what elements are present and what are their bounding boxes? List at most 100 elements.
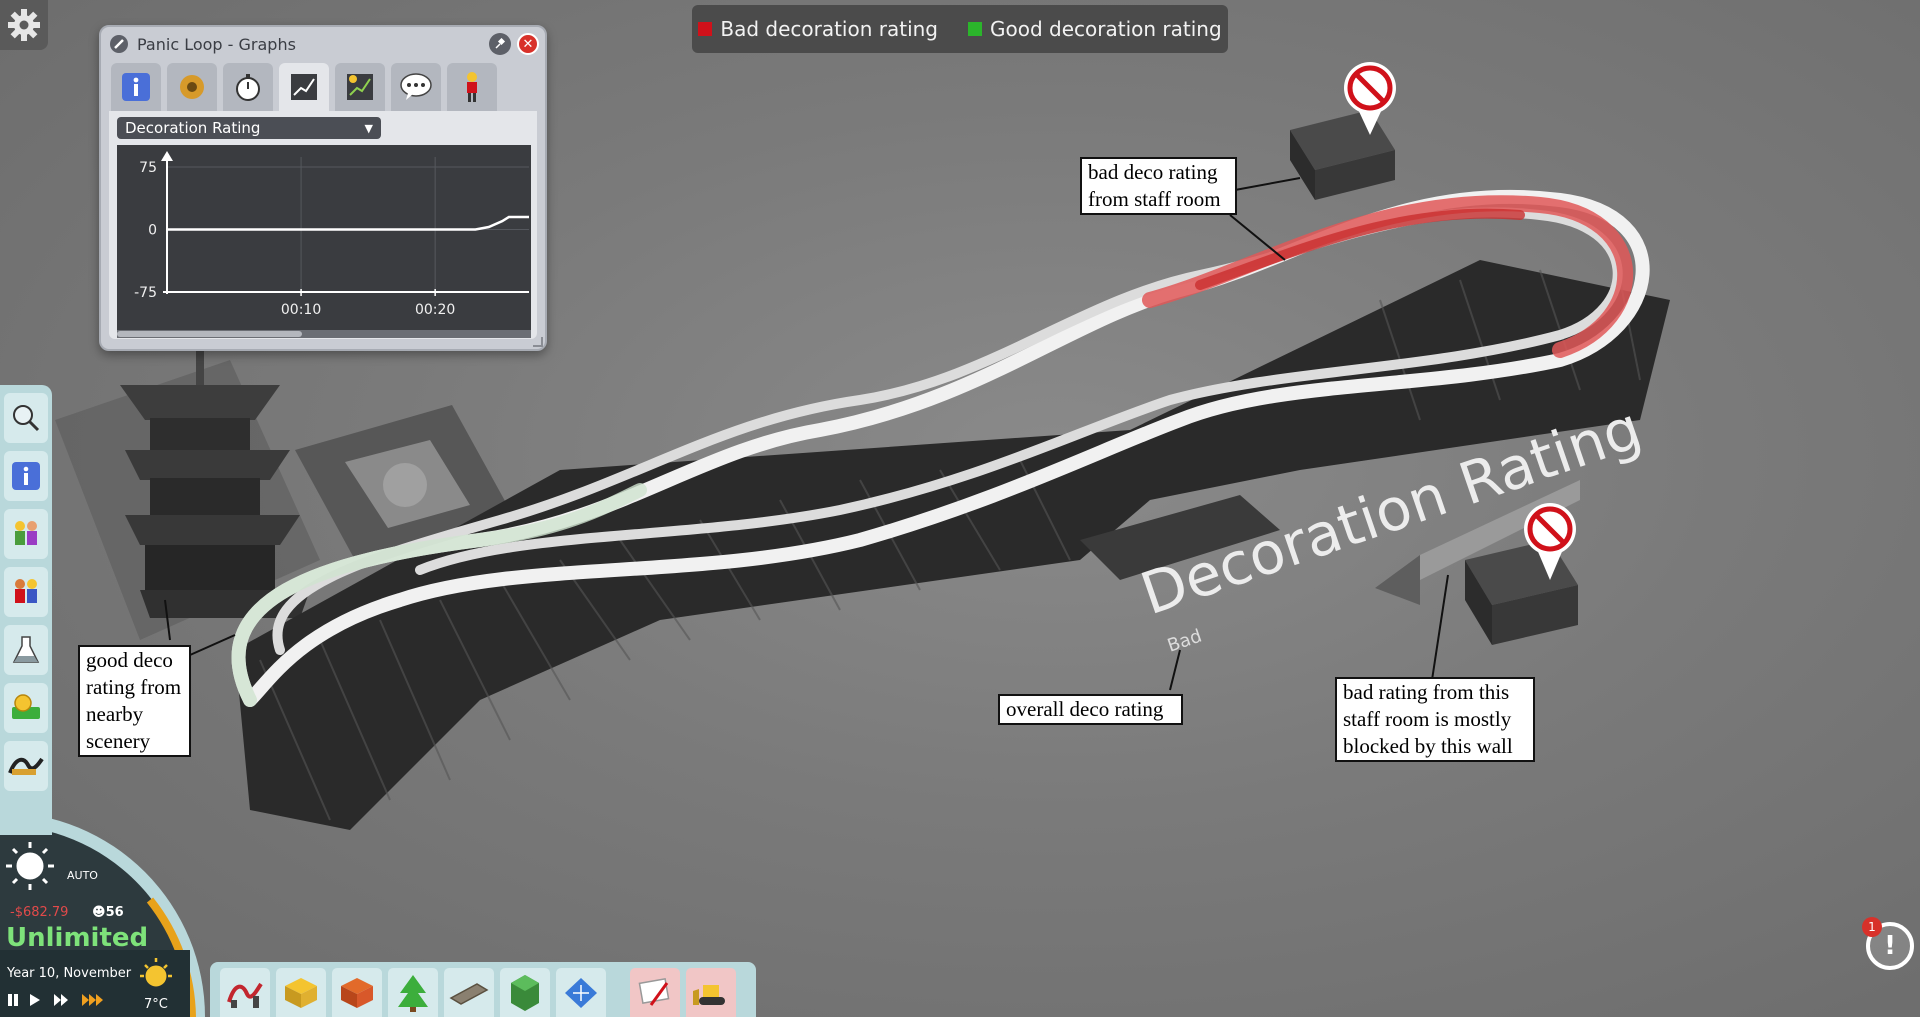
staff-icon (15, 579, 37, 603)
y-tick-label: 75 (139, 160, 157, 176)
pin-icon (495, 38, 506, 49)
build-paths-button[interactable] (444, 968, 494, 1017)
guest-face-icon: ☻ (92, 905, 106, 920)
guest-count-value: 56 (105, 905, 124, 920)
bulldozer-button[interactable] (686, 968, 736, 1017)
graph-panel: Decoration Rating ▼ 75 0 -75 00:10 00:20 (109, 111, 537, 339)
rides-button[interactable] (4, 741, 48, 791)
y-axis-arrow (161, 151, 173, 161)
build-terrain-button[interactable] (500, 968, 550, 1017)
decoration-rating-chart: 75 0 -75 00:10 00:20 (134, 151, 529, 318)
speech-icon (400, 73, 432, 100)
wall-shadow (1375, 555, 1420, 605)
resize-handle[interactable] (533, 337, 543, 347)
legend-bad: Bad decoration rating (698, 17, 938, 41)
temperature-label: 7°C (144, 997, 168, 1012)
staff-button[interactable] (4, 567, 48, 617)
gear-icon (180, 75, 204, 99)
research-icon (12, 636, 40, 663)
gear-icon (8, 9, 40, 41)
guest-count: ☻56 (92, 905, 124, 920)
tab-timing[interactable] (223, 63, 273, 111)
window-tabs (101, 61, 545, 111)
annotation-staff-room: bad deco rating from staff room (1080, 157, 1237, 215)
magnifier-icon (13, 405, 40, 432)
fountain (383, 463, 427, 507)
path-icon (449, 982, 489, 1005)
build-rides-button[interactable] (220, 968, 270, 1017)
date-label: Year 10, November (7, 966, 132, 981)
rating-series-line (167, 215, 529, 231)
blueprint-icon (565, 977, 597, 1008)
shop-icon (285, 977, 317, 1008)
annotation-scenery: good deco rating from nearby scenery (78, 645, 191, 757)
paint-icon (638, 977, 670, 1006)
guests-icon (15, 521, 37, 545)
graphs-window: Panic Loop - Graphs ✕ Decoration Rating … (99, 25, 547, 351)
graph-plot: 75 0 -75 00:10 00:20 (117, 145, 531, 330)
floating-rating-value: Bad (1165, 626, 1205, 657)
y-tick-label: -75 (134, 285, 157, 301)
bulldozer-icon (693, 984, 725, 1005)
staff-room-top (1290, 110, 1395, 200)
close-button[interactable]: ✕ (517, 33, 539, 55)
ride-icon (227, 982, 263, 1008)
graph-type-value: Decoration Rating (125, 119, 261, 137)
info-icon (122, 73, 150, 101)
good-swatch (968, 22, 982, 36)
search-button[interactable] (4, 393, 48, 443)
weather-mode-label[interactable]: AUTO (67, 869, 98, 882)
guest-icon (467, 72, 477, 102)
build-facilities-button[interactable] (332, 968, 382, 1017)
terrain-icon (511, 974, 539, 1011)
tab-thoughts[interactable] (391, 63, 441, 111)
exclamation-icon: ! (1884, 931, 1896, 961)
tab-staff[interactable] (447, 63, 497, 111)
finance-icon (12, 694, 40, 719)
decoration-legend: Bad decoration rating Good decoration ra… (692, 5, 1228, 53)
annotation-overall: overall deco rating (998, 694, 1183, 725)
notification-badge: 1 (1862, 917, 1882, 937)
research-button[interactable] (4, 625, 48, 675)
left-toolbar (0, 385, 52, 835)
build-toolbar (210, 962, 756, 1017)
close-icon: ✕ (522, 36, 534, 52)
graph-scrollbar[interactable] (117, 330, 531, 338)
x-tick-label: 00:10 (281, 302, 321, 318)
tab-graphs[interactable] (279, 63, 329, 111)
build-scenery-button[interactable] (388, 968, 438, 1017)
y-tick-label: 0 (148, 223, 157, 239)
line-graph-icon (291, 74, 317, 100)
tab-info[interactable] (111, 63, 161, 111)
paint-button[interactable] (630, 968, 680, 1017)
pin-button[interactable] (489, 33, 511, 55)
pencil-icon[interactable] (109, 34, 129, 54)
legend-good-label: Good decoration rating (990, 17, 1222, 41)
tab-ratings[interactable] (335, 63, 385, 111)
chevron-down-icon: ▼ (364, 121, 373, 135)
build-shops-button[interactable] (276, 968, 326, 1017)
guests-button[interactable] (4, 509, 48, 559)
rides-icon (8, 757, 44, 775)
budget-label: Unlimited (6, 923, 149, 953)
scrollbar-thumb[interactable] (117, 331, 302, 337)
tree-icon (398, 974, 428, 1012)
info-icon (12, 462, 40, 490)
legend-bad-label: Bad decoration rating (720, 17, 938, 41)
rating-graph-icon (347, 74, 373, 100)
legend-good: Good decoration rating (968, 17, 1222, 41)
build-blueprints-button[interactable] (556, 968, 606, 1017)
finance-button[interactable] (4, 683, 48, 733)
annotation-wall: bad rating from this staff room is mostl… (1335, 677, 1535, 762)
tab-settings[interactable] (167, 63, 217, 111)
x-tick-label: 00:20 (415, 302, 455, 318)
money-display: -$682.79 (10, 905, 69, 920)
graph-type-select[interactable]: Decoration Rating ▼ (117, 117, 381, 139)
window-titlebar[interactable]: Panic Loop - Graphs ✕ (101, 27, 545, 61)
info-button[interactable] (4, 451, 48, 501)
settings-button[interactable] (0, 0, 48, 50)
window-title: Panic Loop - Graphs (137, 34, 296, 54)
facility-icon (341, 977, 373, 1008)
bad-swatch (698, 22, 713, 36)
